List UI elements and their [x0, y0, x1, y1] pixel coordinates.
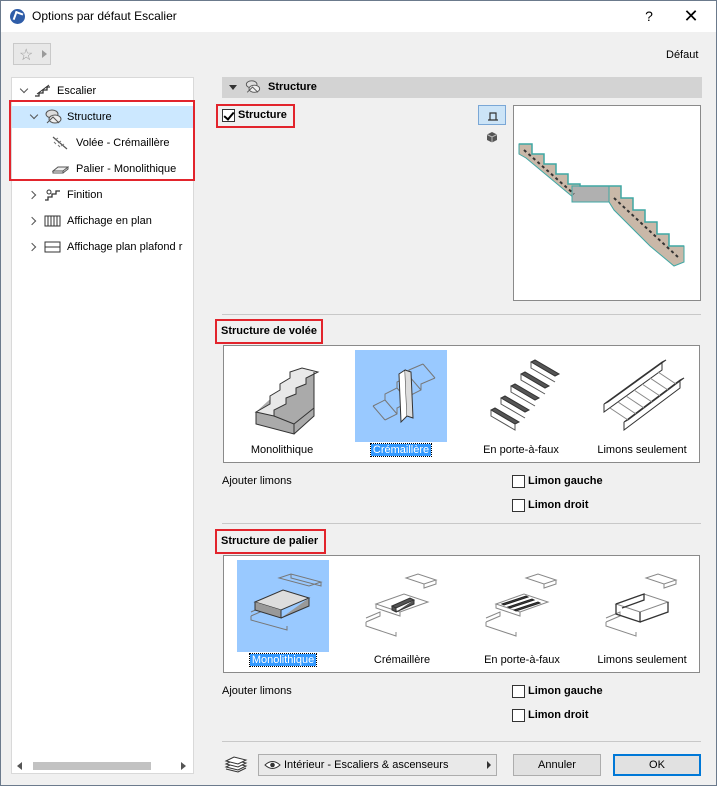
flight-right-stringer-checkbox[interactable] — [512, 499, 525, 512]
3d-view-button[interactable] — [478, 128, 506, 148]
landing-right-stringer-label: Limon droit — [528, 709, 589, 721]
flight-option-label: Crémaillère — [369, 443, 433, 457]
separator — [222, 314, 701, 315]
tree-item-label: Escalier — [57, 85, 97, 97]
highlight-box-structure — [216, 104, 295, 128]
tree-item-affichage-plan[interactable]: Affichage en plan — [12, 210, 193, 232]
landing-option-cremaillere[interactable] — [356, 560, 448, 652]
landing-option-monolithique[interactable] — [237, 560, 329, 652]
landing-left-stringer-checkbox[interactable] — [512, 685, 525, 698]
layers-icon — [224, 756, 248, 773]
stair-icon — [35, 84, 50, 97]
layer-name: Intérieur - Escaliers & ascenseurs — [284, 759, 449, 771]
favorites-button[interactable]: ☆ — [13, 43, 51, 65]
landing-left-stringer-label: Limon gauche — [528, 685, 603, 697]
flight-option-porte-a-faux[interactable] — [475, 350, 567, 442]
arrow-right-icon — [42, 50, 47, 58]
tree-item-label: Finition — [67, 189, 103, 201]
cancel-button[interactable]: Annuler — [513, 754, 601, 776]
section-view-icon — [488, 112, 498, 121]
collapse-triangle-icon[interactable] — [229, 85, 237, 90]
tree-item-affichage-plafond[interactable]: Affichage plan plafond r — [12, 236, 193, 258]
ceiling-plan-icon — [44, 241, 61, 253]
separator — [222, 523, 701, 524]
chevron-down-icon[interactable] — [19, 84, 29, 94]
highlight-box-tree — [9, 100, 195, 181]
title-bar: Options par défaut Escalier ? ✕ — [1, 1, 716, 32]
stair-defaults-dialog: Options par défaut Escalier ? ✕ ☆ Défaut… — [0, 0, 717, 786]
stringer-landing-icon — [365, 573, 438, 637]
structure-icon — [245, 80, 261, 93]
arrow-right-icon — [487, 761, 491, 769]
help-button[interactable]: ? — [634, 5, 664, 27]
chevron-right-icon[interactable] — [27, 190, 37, 200]
flight-add-stringers-label: Ajouter limons — [222, 475, 292, 487]
flight-structure-options: Monolithique Crémaillère En porte-à-faux… — [223, 345, 700, 463]
landing-option-porte-a-faux[interactable] — [476, 560, 568, 652]
stringer-stair-icon — [372, 363, 436, 424]
star-icon: ☆ — [19, 47, 34, 64]
stringers-only-icon — [603, 359, 685, 431]
landing-option-label: Monolithique — [248, 653, 318, 667]
close-button[interactable]: ✕ — [676, 5, 706, 27]
tree-item-escalier[interactable]: Escalier — [12, 80, 193, 102]
section-view-button[interactable] — [478, 105, 506, 125]
landing-option-limons-seulement[interactable] — [596, 560, 688, 652]
flight-option-label: Limons seulement — [597, 444, 687, 456]
stair-section-preview-image — [518, 143, 685, 267]
flight-option-label: Monolithique — [250, 444, 314, 456]
flight-option-cremaillere[interactable] — [355, 350, 447, 442]
flight-option-limons-seulement[interactable] — [596, 350, 688, 442]
archicad-app-icon — [10, 9, 25, 24]
monolithic-stair-icon — [254, 367, 320, 435]
layer-selector[interactable]: Intérieur - Escaliers & ascenseurs — [258, 754, 497, 776]
highlight-box-flight — [215, 319, 323, 344]
plan-display-icon — [44, 215, 61, 227]
tree-item-finition[interactable]: Finition — [12, 184, 193, 206]
cantilevered-landing-icon — [485, 573, 558, 637]
3d-view-icon — [486, 132, 498, 143]
flight-option-monolithique[interactable] — [236, 350, 328, 442]
landing-add-stringers-label: Ajouter limons — [222, 685, 292, 697]
monolithic-landing-icon — [250, 573, 323, 631]
landing-right-stringer-checkbox[interactable] — [512, 709, 525, 722]
finish-icon — [45, 189, 60, 201]
landing-structure-options: Monolithique Crémaillère En porte-à-faux… — [223, 555, 700, 673]
scrollbar-thumb[interactable] — [33, 762, 151, 770]
flight-left-stringer-label: Limon gauche — [528, 475, 603, 487]
panel-title: Structure — [268, 81, 317, 93]
tree-item-label: Affichage en plan — [67, 215, 152, 227]
tree-horizontal-scrollbar[interactable] — [13, 758, 193, 774]
stringers-only-landing-icon — [605, 573, 678, 637]
ok-button[interactable]: OK — [613, 754, 701, 776]
tree-item-label: Affichage plan plafond r — [67, 241, 183, 253]
separator — [222, 741, 701, 742]
cantilevered-stair-icon — [489, 359, 561, 431]
scroll-left-icon[interactable] — [17, 762, 22, 770]
section-preview — [513, 105, 701, 301]
eye-icon — [264, 761, 281, 769]
flight-option-label: En porte-à-faux — [483, 444, 559, 456]
landing-option-label: Limons seulement — [597, 654, 687, 666]
highlight-box-landing — [215, 529, 326, 554]
scroll-right-icon[interactable] — [181, 762, 186, 770]
flight-right-stringer-label: Limon droit — [528, 499, 589, 511]
landing-option-label: Crémaillère — [373, 654, 431, 666]
flight-left-stringer-checkbox[interactable] — [512, 475, 525, 488]
settings-tree: Escalier Structure Volée - Crémaillère P — [11, 77, 194, 774]
chevron-right-icon[interactable] — [27, 216, 37, 226]
preset-label: Défaut — [666, 49, 699, 61]
window-title: Options par défaut Escalier — [32, 9, 177, 23]
landing-option-label: En porte-à-faux — [484, 654, 560, 666]
panel-header[interactable]: Structure — [222, 77, 702, 98]
chevron-right-icon[interactable] — [27, 242, 37, 252]
